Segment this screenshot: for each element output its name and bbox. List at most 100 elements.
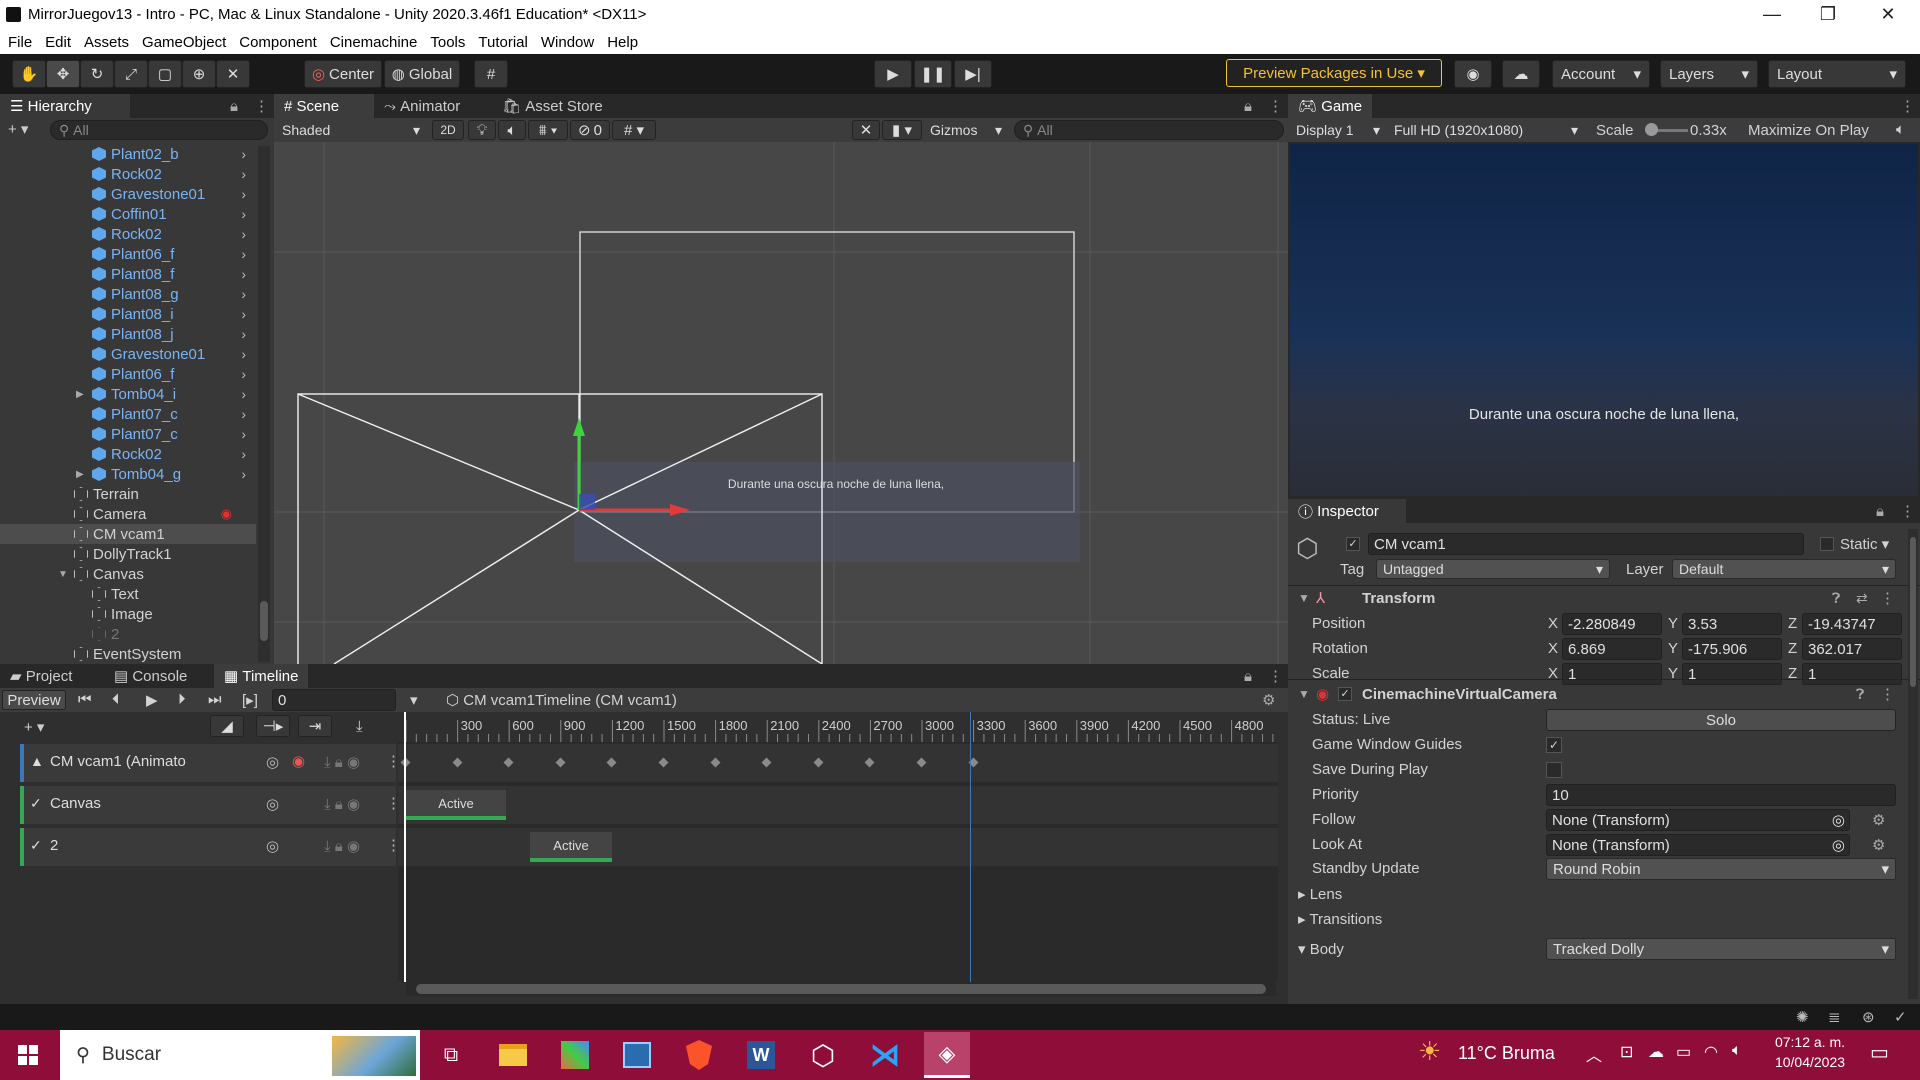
keyframe[interactable] [916,757,927,768]
camera-icon[interactable]: ▮ ▾ [882,120,922,140]
scale-tool-icon[interactable]: ⤢ [114,60,148,88]
audio-icon[interactable]: 🔈︎ [498,120,526,140]
tab-scene[interactable]: # Scene [274,94,374,118]
check-icon[interactable]: ✓ [1894,1008,1907,1026]
ripple-icon[interactable]: ◢ [210,715,244,737]
more-icon[interactable]: ⋮ [1900,502,1915,520]
help-icon[interactable]: ❓︎ [1856,686,1864,703]
goto-end-icon[interactable]: ⏭ [208,691,222,708]
chevron-right-icon[interactable]: › [241,186,246,202]
help-icon[interactable]: ❓︎ [1832,590,1840,607]
tab-animator[interactable]: ⤳ Animator [374,94,470,118]
keyframe[interactable] [452,757,463,768]
chevron-right-icon[interactable]: › [241,366,246,382]
chevron-right-icon[interactable]: › [241,446,246,462]
chevron-right-icon[interactable]: › [241,286,246,302]
hierarchy-item[interactable]: Camera ◉ [0,504,256,524]
menu-gameobject[interactable]: GameObject [142,34,226,51]
save-play-checkbox[interactable] [1546,762,1562,778]
rotation-x-input[interactable]: 6.869 [1562,638,1662,660]
rotate-tool-icon[interactable]: ↻ [80,60,114,88]
snipping-tool-icon[interactable] [614,1032,660,1078]
brave-browser-icon[interactable] [676,1032,722,1078]
preview-toggle[interactable]: Preview [2,690,66,710]
tray-app-icon[interactable]: ⊡ [1620,1042,1633,1062]
lighting-icon[interactable]: 💡︎ [468,120,496,140]
tab-asset-store[interactable]: 🛍︎ Asset Store [492,94,613,118]
task-view-icon[interactable]: ⧉ [428,1032,474,1078]
object-name-input[interactable]: CM vcam1 [1368,533,1804,555]
scale-slider-thumb[interactable] [1645,123,1658,136]
timeline-track[interactable]: ▲ CM vcam1 (Animato ◎ ◉ ⤓ 🔒︎ ◉ ⋮ [20,744,401,782]
goto-start-icon[interactable]: ⏮ [78,691,92,708]
more-icon[interactable]: ⋮ [1900,97,1915,115]
tray-chevron-up-icon[interactable]: ︿ [1586,1042,1602,1066]
position-y-input[interactable]: 3.53 [1682,613,1782,635]
gear-icon[interactable]: ⚙ [1872,836,1885,854]
hierarchy-item[interactable]: Terrain [0,484,256,504]
notifications-icon[interactable]: ▭ [1870,1040,1889,1065]
hierarchy-item[interactable]: ▶ Tomb04_i › [0,384,256,404]
loop-icon[interactable]: [▸] [242,691,258,709]
custom-tool-icon[interactable]: ✕ [216,60,250,88]
menu-help[interactable]: Help [607,34,638,51]
hierarchy-item[interactable]: Gravestone01 › [0,184,256,204]
item2-active-clip[interactable]: Active [530,832,612,862]
hierarchy-item[interactable]: Rock02 › [0,224,256,244]
account-dropdown[interactable]: Account ▾ [1552,60,1650,88]
move-tool-icon[interactable]: ✥ [46,60,80,88]
windows-start-icon[interactable] [18,1045,38,1065]
chevron-right-icon[interactable]: › [241,426,246,442]
battery-icon[interactable]: ▭ [1676,1042,1691,1062]
layer-dropdown[interactable]: Default ▾ [1672,559,1896,579]
menu-component[interactable]: Component [239,34,317,51]
chevron-right-icon[interactable]: › [241,326,246,342]
mute-icon[interactable]: 🔈︎ [1896,121,1905,138]
menu-assets[interactable]: Assets [84,34,129,51]
track-lock-mute-icons[interactable]: ⤓ 🔒︎ ◉ [324,795,360,813]
active-checkbox[interactable]: ✓ [30,837,42,854]
standby-dropdown[interactable]: Round Robin ▾ [1546,858,1896,880]
position-x-input[interactable]: -2.280849 [1562,613,1662,635]
tab-timeline[interactable]: ▦ Timeline [214,664,309,688]
hierarchy-scrollbar[interactable] [258,146,270,662]
more-icon[interactable]: ⋮ [1268,667,1283,685]
gameobject-icon[interactable]: ⬡ [1296,533,1319,564]
shading-dropdown[interactable]: Shaded ▾ [276,120,426,140]
hidden-objects-toggle[interactable]: ⊘ 0 [570,120,610,140]
file-explorer-icon[interactable] [490,1032,536,1078]
tab-hierarchy[interactable]: ☰ Hierarchy [0,94,130,118]
rect-tool-icon[interactable]: ▢ [148,60,182,88]
hierarchy-item[interactable]: Plant08_j › [0,324,256,344]
effects-icon[interactable]: ⩩ ▾ [528,120,568,140]
transitions-foldout[interactable]: ▸ Transitions [1298,910,1382,928]
tag-dropdown[interactable]: Untagged ▾ [1376,559,1610,579]
hierarchy-item[interactable]: Plant06_f › [0,364,256,384]
body-dropdown[interactable]: Tracked Dolly ▾ [1546,938,1896,960]
hierarchy-item[interactable]: Coffin01 › [0,204,256,224]
chevron-right-icon[interactable]: › [241,246,246,262]
follow-field[interactable]: None (Transform) ◎ [1546,809,1850,831]
debug-icon[interactable]: ⊛ [1862,1008,1875,1026]
rotation-y-input[interactable]: -175.906 [1682,638,1782,660]
chevron-down-icon[interactable]: ▾ [410,691,418,709]
chevron-right-icon[interactable]: › [241,226,246,242]
hierarchy-item[interactable]: DollyTrack1 [0,544,256,564]
object-picker-icon[interactable]: ◎ [266,753,279,771]
scene-search-input[interactable]: ⚲ All [1014,120,1284,140]
wifi-icon[interactable]: ◠ [1704,1042,1718,1062]
minimize-button[interactable]: — [1744,0,1800,30]
tab-game[interactable]: 🎮︎ Game [1288,94,1372,118]
hierarchy-item[interactable]: Plant08_g › [0,284,256,304]
chevron-right-icon[interactable]: › [241,266,246,282]
hierarchy-item[interactable]: Gravestone01 › [0,344,256,364]
layout-dropdown[interactable]: Layout ▾ [1768,60,1906,88]
collab-icon[interactable]: ◉ [1454,60,1492,88]
active-checkbox[interactable]: ✓ [1346,537,1360,551]
target-picker-icon[interactable]: ◎ [1832,836,1845,854]
keyframe[interactable] [761,757,772,768]
mix-icon[interactable]: ⇥ [298,715,332,737]
static-checkbox[interactable] [1820,537,1834,551]
gear-icon[interactable]: ⚙ [1872,811,1885,829]
marker-icon[interactable]: ⤓ [356,718,363,735]
